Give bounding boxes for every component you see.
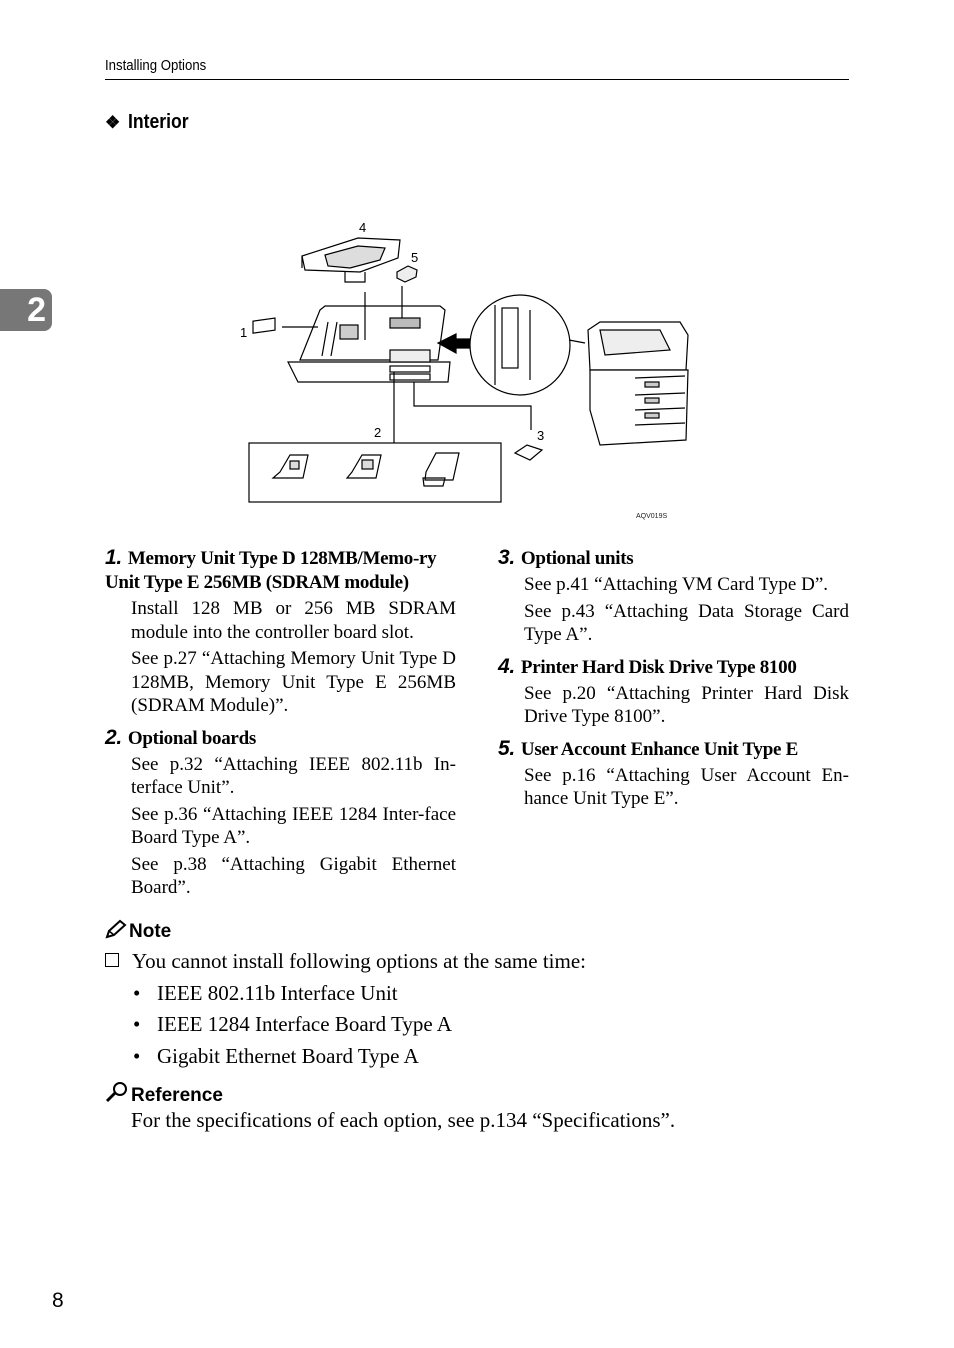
printer-illustration bbox=[587, 321, 689, 446]
item-number: 1. bbox=[105, 546, 122, 569]
figure-code: AQV019S bbox=[636, 513, 668, 520]
callout-3: 3 bbox=[537, 428, 544, 443]
note-bullet-list: IEEE 802.11b Interface Unit IEEE 1284 In… bbox=[105, 978, 849, 1073]
note-bullet: IEEE 1284 Interface Board Type A bbox=[105, 1009, 849, 1041]
hard-disk-drive-illustration bbox=[301, 237, 401, 283]
controller-board-illustration bbox=[287, 305, 451, 383]
item-reference-link[interactable]: See p.27 “Attaching Memory Unit Type D 1… bbox=[131, 647, 456, 718]
detail-circle bbox=[469, 294, 571, 396]
interior-figure: 1 2 3 4 5 bbox=[240, 220, 689, 503]
note-heading-text: Note bbox=[129, 921, 172, 942]
item-paragraph: Install 128 MB or 256 MB SDRAM module in… bbox=[131, 598, 456, 643]
note-body: You cannot install following options at … bbox=[105, 946, 849, 1072]
right-column: 3. Optional units See p.41 “Attaching VM … bbox=[498, 546, 849, 819]
magnifier-icon bbox=[105, 1082, 127, 1103]
user-account-unit-illustration bbox=[396, 265, 418, 283]
option-item-2: 2. Optional boards See p.32 “Attaching IE… bbox=[105, 726, 456, 900]
item-reference-link[interactable]: See p.36 “Attaching IEEE 1284 Inter-face… bbox=[131, 803, 456, 850]
diamond-bullet-icon: ❖ bbox=[105, 113, 121, 132]
checkbox-icon bbox=[105, 953, 119, 967]
item-reference-link[interactable]: See p.20 “Attaching Printer Hard Disk Dr… bbox=[524, 682, 849, 729]
page-number: 8 bbox=[52, 1289, 64, 1312]
item-title: Optional boards bbox=[127, 727, 256, 749]
item-title: Memory Unit Type D 128MB/Memo-ry Unit Ty… bbox=[105, 548, 437, 593]
left-column: 1. Memory Unit Type D 128MB/Memo-ry Unit … bbox=[105, 546, 456, 908]
section-title: Interior bbox=[128, 111, 189, 133]
callout-1: 1 bbox=[240, 325, 247, 340]
item-number: 5. bbox=[498, 736, 515, 760]
item-reference-link[interactable]: See p.41 “Attaching VM Card Type D”. bbox=[524, 573, 849, 597]
note-heading: Note bbox=[105, 919, 171, 943]
option-item-3: 3. Optional units See p.41 “Attaching VM … bbox=[498, 546, 849, 647]
item-title: Optional units bbox=[520, 548, 634, 569]
item-reference-link[interactable]: See p.32 “Attaching IEEE 802.11b In-terf… bbox=[131, 753, 456, 800]
callout-5: 5 bbox=[411, 250, 418, 265]
item-reference-link[interactable]: See p.38 “Attaching Gigabit Ethernet Boa… bbox=[131, 853, 456, 900]
note-bullet: Gigabit Ethernet Board Type A bbox=[105, 1041, 849, 1073]
item-number: 4. bbox=[498, 654, 515, 678]
item-reference-link[interactable]: See p.43 “Attaching Data Storage Card Ty… bbox=[524, 600, 849, 647]
callout-2: 2 bbox=[374, 425, 381, 440]
reference-heading-text: Reference bbox=[131, 1085, 223, 1106]
option-item-5: 5. User Account Enhance Unit Type E See p… bbox=[498, 737, 849, 811]
item-reference-link[interactable]: See p.16 “Attaching User Account En-hanc… bbox=[524, 764, 849, 811]
note-bullet: IEEE 802.11b Interface Unit bbox=[105, 978, 849, 1010]
chapter-tab: 2 bbox=[0, 289, 52, 331]
memory-module-illustration bbox=[252, 317, 276, 334]
storage-card-illustration bbox=[513, 444, 544, 461]
section-heading: ❖ Interior bbox=[105, 111, 197, 134]
item-number: 3. bbox=[498, 546, 515, 569]
callout-4: 4 bbox=[359, 220, 366, 235]
note-text: You cannot install following options at … bbox=[132, 949, 586, 973]
reference-heading: Reference bbox=[105, 1081, 223, 1107]
item-title: Printer Hard Disk Drive Type 8100 bbox=[520, 656, 797, 678]
item-title: User Account Enhance Unit Type E bbox=[520, 738, 798, 760]
reference-text[interactable]: For the specifications of each option, s… bbox=[131, 1108, 675, 1133]
option-item-1: 1. Memory Unit Type D 128MB/Memo-ry Unit … bbox=[105, 546, 456, 718]
item-number: 2. bbox=[105, 725, 122, 749]
option-item-4: 4. Printer Hard Disk Drive Type 8100 See … bbox=[498, 655, 849, 729]
pencil-icon bbox=[105, 919, 127, 939]
running-header: Installing Options bbox=[105, 57, 849, 80]
running-header-title: Installing Options bbox=[105, 57, 207, 74]
